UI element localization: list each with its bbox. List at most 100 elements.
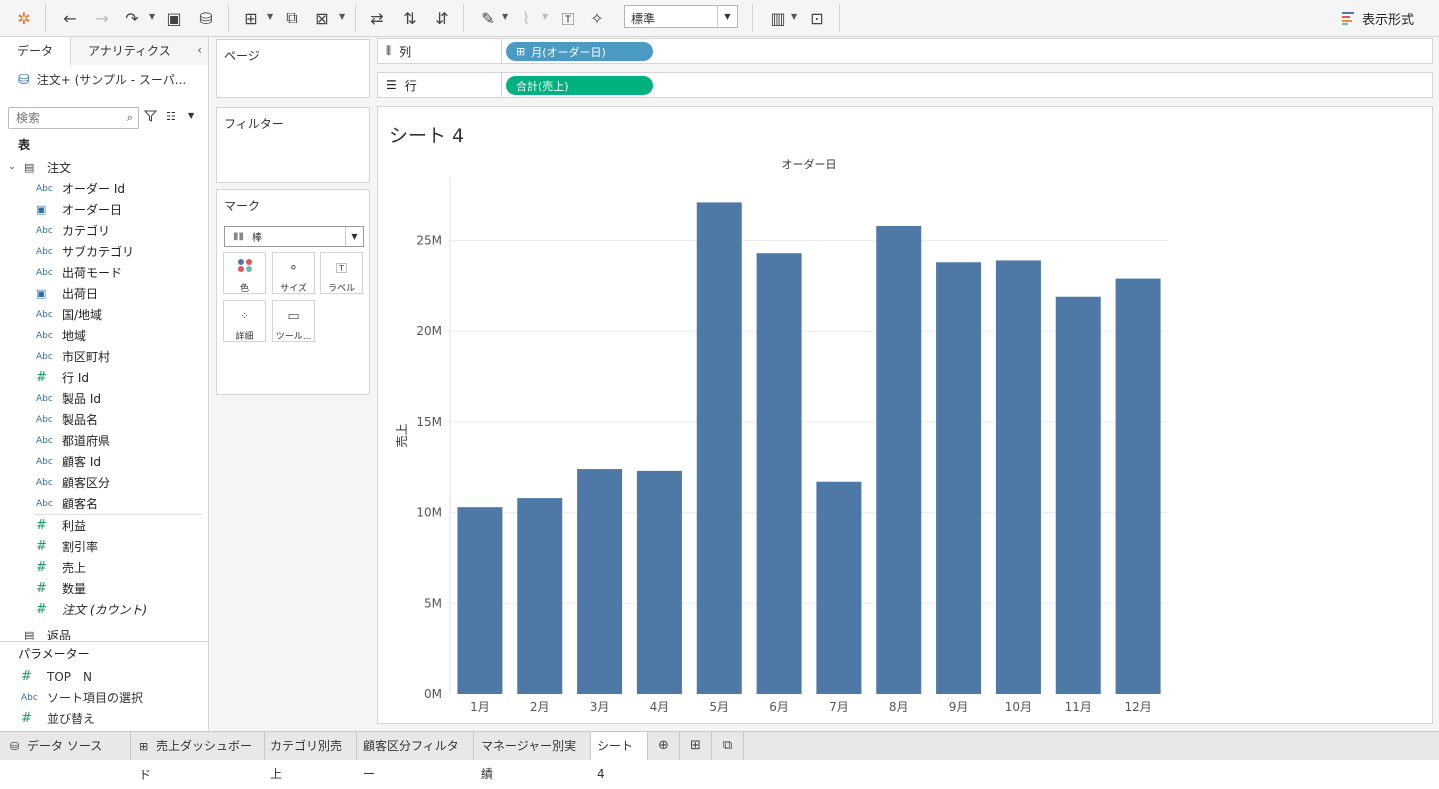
tab-data[interactable]: データ <box>0 37 72 65</box>
field-item[interactable]: # 売上 <box>0 557 208 578</box>
label-icon[interactable]: 🅃 <box>556 6 580 30</box>
field-search[interactable]: ⌕ <box>8 107 139 129</box>
sheet-tab-manager[interactable]: マネージャー別実績 <box>474 732 591 781</box>
chevron-down-icon[interactable]: ▼ <box>339 12 345 21</box>
columns-shelf[interactable]: ⫼ 列 ⊞ 月(オーダー日) <box>377 38 1433 64</box>
chevron-down-icon[interactable]: ▼ <box>149 12 155 21</box>
swap-icon[interactable]: ⇄ <box>365 6 389 30</box>
list-view-icon[interactable]: ☷ <box>166 110 176 123</box>
show-me-button[interactable]: 表示形式 <box>1342 8 1414 28</box>
search-input[interactable] <box>9 108 113 128</box>
bar[interactable] <box>1115 278 1161 694</box>
fit-select[interactable]: 標準 ▼ <box>624 5 738 28</box>
field-item[interactable]: # 行 Id <box>0 367 208 388</box>
field-item[interactable]: # 注文 (カウント) <box>0 599 208 620</box>
field-item[interactable]: Abc 製品名 <box>0 409 208 430</box>
bar[interactable] <box>517 498 563 694</box>
field-item[interactable]: Abc 顧客区分 <box>0 472 208 493</box>
field-item[interactable]: Abc 市区町村 <box>0 346 208 367</box>
bar[interactable] <box>636 470 682 694</box>
duplicate-sheet-icon[interactable]: ⧉ <box>280 6 304 30</box>
field-item[interactable]: Abc 顧客名 <box>0 493 208 514</box>
pin-icon[interactable]: ✧ <box>585 6 609 30</box>
sheet-tab-label: カテゴリ別売上 <box>270 739 343 781</box>
field-item[interactable]: Abc 都道府県 <box>0 430 208 451</box>
sheet-tab-dashboard[interactable]: ⊞ 売上ダッシュボード <box>131 732 265 782</box>
label-button[interactable]: 🅃 ラベル <box>320 252 363 294</box>
bar[interactable] <box>756 253 802 695</box>
chevron-down-icon[interactable]: ▼ <box>188 111 194 120</box>
filter-icon[interactable] <box>144 110 157 122</box>
field-item[interactable]: ▣ オーダー日 <box>0 199 208 220</box>
sheet-tab-bar: ⛁ データ ソース ⊞ 売上ダッシュボード カテゴリ別売上 顧客区分フィルター … <box>0 731 1439 782</box>
redo-repeat-icon[interactable]: ↷ <box>120 6 144 30</box>
field-item[interactable]: Abc サブカテゴリ <box>0 241 208 262</box>
sheet-tab-segment[interactable]: 顧客区分フィルター <box>357 732 474 781</box>
pages-card[interactable]: ページ <box>216 39 370 98</box>
clear-sheet-icon[interactable]: ⊠ <box>310 6 334 30</box>
field-item[interactable]: Abc 出荷モード <box>0 262 208 283</box>
bar[interactable] <box>995 260 1041 694</box>
chevron-down-icon[interactable]: ⌄ <box>0 162 24 172</box>
sort-ascending-icon[interactable]: ⇅ <box>398 6 422 30</box>
chevron-down-icon[interactable]: ▼ <box>791 12 797 21</box>
tableau-logo-icon[interactable]: ✲ <box>12 6 36 30</box>
bar[interactable] <box>1055 296 1101 694</box>
undo-icon[interactable]: ← <box>58 6 82 30</box>
bar[interactable] <box>457 507 503 694</box>
sheet-tab-category[interactable]: カテゴリ別売上 <box>265 732 357 781</box>
chevron-down-icon[interactable]: ▼ <box>502 12 508 21</box>
color-button[interactable]: 色 <box>223 252 266 294</box>
bar-chart[interactable]: 0M 5M 10M 15M 20M 25M オーダー日売上 1月 2月 3月 4月 5月 6月 7月 8月 9… <box>378 107 1432 723</box>
group-icon[interactable]: ⌇ <box>514 6 538 30</box>
field-item[interactable]: Abc 製品 Id <box>0 388 208 409</box>
field-item[interactable]: Abc 顧客 Id <box>0 451 208 472</box>
rows-shelf[interactable]: ☰ 行 合計(売上) <box>377 72 1433 98</box>
columns-pill[interactable]: ⊞ 月(オーダー日) <box>506 42 653 61</box>
field-item[interactable]: ▣ 出荷日 <box>0 283 208 304</box>
field-item[interactable]: # 数量 <box>0 578 208 599</box>
collapse-pane-icon[interactable]: ‹ <box>197 43 202 57</box>
tooltip-button[interactable]: ▭ ツール... <box>272 300 315 342</box>
expand-icon[interactable]: ⊞ <box>516 45 525 58</box>
new-worksheet-icon[interactable]: ⊞ <box>239 6 263 30</box>
field-item[interactable]: Abc カテゴリ <box>0 220 208 241</box>
mark-type-select[interactable]: ▮▮ 棒 ▼ <box>224 226 364 247</box>
sheet-tab-sheet4[interactable]: シート 4 <box>591 732 648 781</box>
field-item[interactable]: Abc 国/地域 <box>0 304 208 325</box>
new-worksheet-tab-icon[interactable]: ⊕ <box>648 732 680 760</box>
bar[interactable] <box>577 469 623 694</box>
datasource-tab[interactable]: ⛁ データ ソース <box>0 732 131 760</box>
presentation-icon[interactable]: ⊡ <box>805 6 829 30</box>
chevron-down-icon[interactable]: ▼ <box>267 12 273 21</box>
table-returns[interactable]: ▤ 返品 <box>0 624 208 641</box>
bar[interactable] <box>936 262 982 694</box>
field-item[interactable]: # 利益 <box>0 515 208 536</box>
table-orders[interactable]: ⌄ ▤ 注文 <box>0 156 208 178</box>
highlight-icon[interactable]: ✎ <box>476 6 500 30</box>
field-item[interactable]: Abc ソート項目の選択 <box>0 687 208 708</box>
tab-analytics[interactable]: アナリティクス <box>71 37 208 65</box>
field-item[interactable]: # 並び替え <box>0 708 208 729</box>
chevron-down-icon[interactable]: ▼ <box>542 12 548 21</box>
new-datasource-icon[interactable]: ⛁ <box>194 6 218 30</box>
field-item[interactable]: # 割引率 <box>0 536 208 557</box>
bar[interactable] <box>816 481 862 694</box>
bar[interactable] <box>696 202 742 694</box>
detail-button[interactable]: ⁘ 詳細 <box>223 300 266 342</box>
sort-descending-icon[interactable]: ⇵ <box>430 6 454 30</box>
field-item[interactable]: Abc オーダー Id <box>0 178 208 199</box>
new-dashboard-tab-icon[interactable]: ⊞ <box>680 732 712 760</box>
bar[interactable] <box>876 225 922 694</box>
rows-pill[interactable]: 合計(売上) <box>506 76 653 95</box>
redo-icon[interactable]: → <box>90 6 114 30</box>
new-story-tab-icon[interactable]: ⧉ <box>712 732 744 760</box>
field-item[interactable]: # TOP N <box>0 666 208 687</box>
size-button[interactable]: ⚬ サイズ <box>272 252 315 294</box>
datasource-item[interactable]: ⛁ 注文+ (サンプル - スーパ... <box>18 71 186 88</box>
save-icon[interactable]: ▣ <box>162 6 186 30</box>
filters-card[interactable]: フィルター <box>216 107 370 183</box>
field-item[interactable]: Abc 地域 <box>0 325 208 346</box>
search-icon[interactable]: ⌕ <box>127 111 133 125</box>
chart-view-icon[interactable]: ▥ <box>766 6 790 30</box>
